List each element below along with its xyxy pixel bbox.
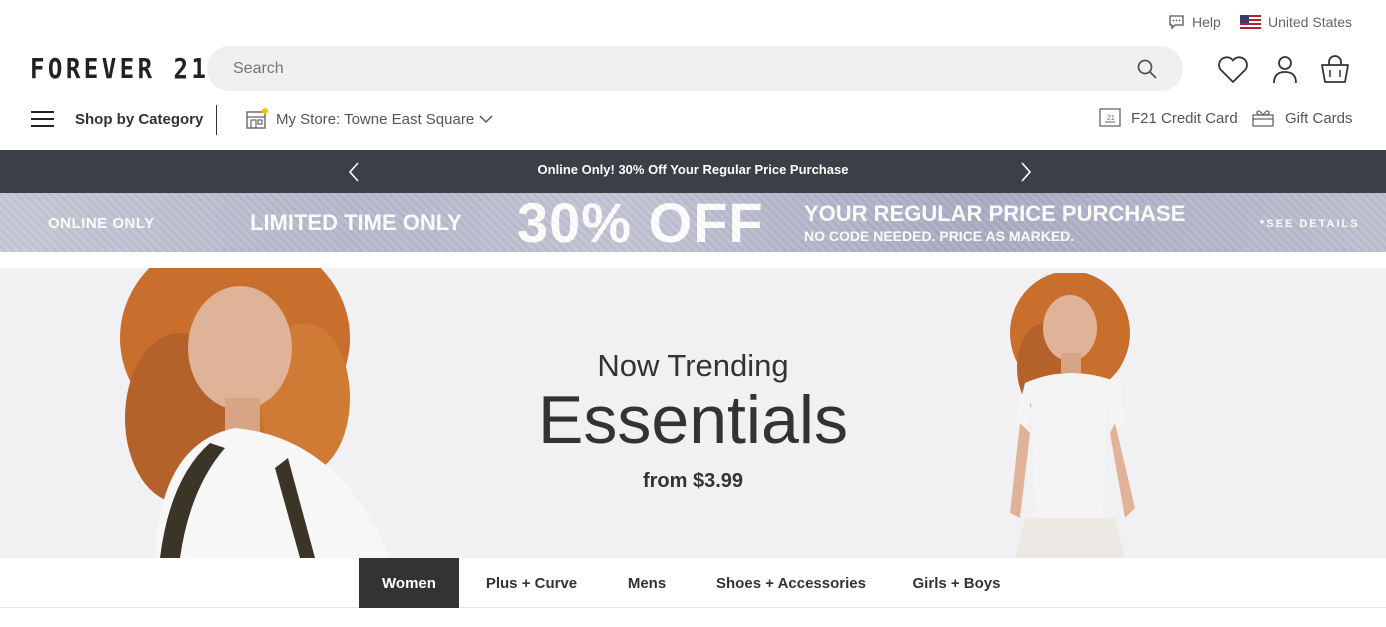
promo-text[interactable]: Online Only! 30% Off Your Regular Price … — [0, 162, 1386, 177]
account-icon[interactable] — [1268, 53, 1302, 87]
help-label: Help — [1192, 14, 1221, 30]
shopping-bag-icon[interactable] — [1318, 53, 1352, 87]
chat-icon — [1169, 15, 1184, 30]
help-link[interactable]: Help — [1168, 14, 1221, 30]
store-icon — [246, 108, 268, 129]
gift-icon — [1252, 110, 1274, 127]
hero-banner[interactable]: Now Trending Essentials from $3.99 — [0, 268, 1386, 558]
tab-women[interactable]: Women — [359, 558, 459, 608]
gift-cards-link[interactable]: Gift Cards — [1251, 108, 1353, 128]
credit-card-label: F21 Credit Card — [1131, 109, 1238, 127]
banner-online-only: ONLINE ONLY — [48, 215, 155, 232]
banner-no-code: NO CODE NEEDED. PRICE AS MARKED. — [804, 228, 1075, 244]
category-tabs: Women Plus + Curve Mens Shoes + Accessor… — [0, 558, 1386, 608]
credit-card-icon: 21 — [1099, 108, 1121, 127]
hero-title: Essentials — [538, 382, 848, 458]
shop-by-category[interactable]: Shop by Category — [75, 111, 203, 128]
tab-shoes-accessories[interactable]: Shoes + Accessories — [705, 558, 877, 608]
country-selector[interactable]: United States — [1240, 14, 1352, 30]
logo[interactable]: FOREVER 21 — [30, 52, 209, 85]
search-bar — [207, 46, 1183, 91]
chevron-right-icon[interactable] — [1018, 160, 1034, 184]
banner-see-details[interactable]: *SEE DETAILS — [1260, 218, 1360, 230]
gift-cards-label: Gift Cards — [1285, 109, 1353, 127]
svg-text:21: 21 — [1107, 115, 1115, 122]
sale-banner[interactable]: ONLINE ONLY LIMITED TIME ONLY 30% OFF YO… — [0, 193, 1386, 252]
hero-price: from $3.99 — [642, 470, 744, 492]
chevron-down-icon — [479, 115, 493, 124]
search-input[interactable] — [207, 46, 1087, 91]
utility-bar: Help United States — [0, 0, 1386, 44]
tab-mens[interactable]: Mens — [612, 558, 682, 608]
banner-headline: 30% OFF — [517, 193, 764, 252]
heart-icon[interactable] — [1216, 53, 1250, 87]
banner-limited: LIMITED TIME ONLY — [250, 210, 462, 235]
credit-card-link[interactable]: 21 F21 Credit Card — [1099, 108, 1238, 128]
store-selector[interactable]: My Store: Towne East Square — [245, 107, 493, 131]
divider — [216, 105, 217, 135]
banner-regular: YOUR REGULAR PRICE PURCHASE — [804, 201, 1186, 226]
shop-by-category-label: Shop by Category — [75, 111, 204, 128]
us-flag-icon — [1240, 15, 1261, 29]
search-icon[interactable] — [1136, 58, 1158, 80]
hero-kicker: Now Trending — [597, 348, 789, 383]
tab-girls-boys[interactable]: Girls + Boys — [900, 558, 1013, 608]
country-label: United States — [1268, 14, 1353, 30]
menu-icon[interactable] — [31, 111, 54, 129]
store-label: My Store: Towne East Square — [276, 110, 475, 128]
tab-plus-curve[interactable]: Plus + Curve — [474, 558, 589, 608]
promo-carousel: Online Only! 30% Off Your Regular Price … — [0, 150, 1386, 193]
